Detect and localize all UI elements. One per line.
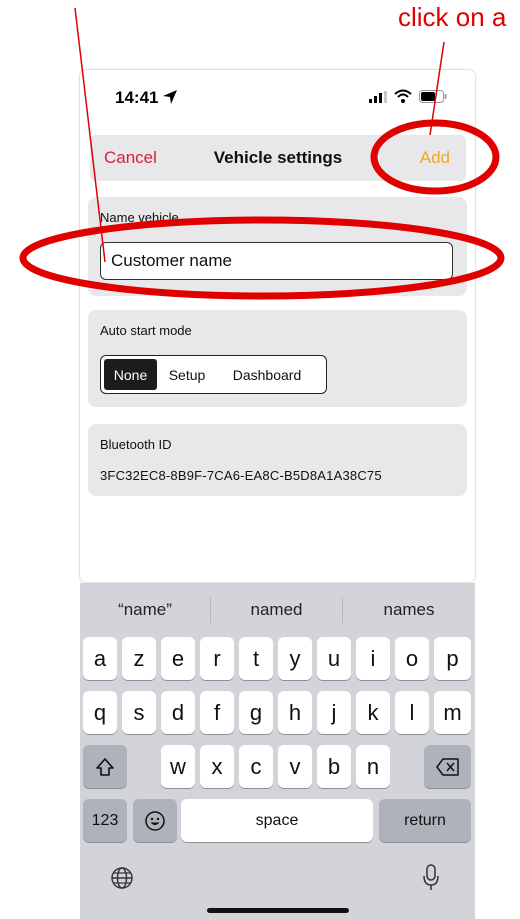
suggestion-item[interactable]: named [211,583,342,637]
name-vehicle-label: Name vehicle [100,210,179,225]
bluetooth-section: Bluetooth ID 3FC32EC8-8B9F-7CA6-EA8C-B5D… [88,424,467,496]
suggestion-item[interactable]: names [343,583,475,637]
status-time: 14:41 [115,88,159,107]
numbers-key[interactable]: 123 [83,799,127,842]
auto-start-label: Auto start mode [100,323,192,338]
key[interactable]: j [317,691,351,734]
backspace-icon [435,757,459,776]
key[interactable]: k [356,691,390,734]
key[interactable]: c [239,745,273,788]
key[interactable]: d [161,691,195,734]
key[interactable]: o [395,637,429,680]
shift-key[interactable] [83,745,127,788]
emoji-key[interactable] [133,799,177,842]
key[interactable]: g [239,691,273,734]
vehicle-settings-sheet: 14:41 Cancel Vehicle settings Add Name v… [80,70,475,582]
key[interactable]: i [356,637,390,680]
key[interactable]: a [83,637,117,680]
globe-icon[interactable] [109,865,135,891]
key[interactable]: w [161,745,195,788]
annotation-text: click on a [398,2,507,32]
key[interactable]: f [200,691,234,734]
key[interactable]: e [161,637,195,680]
nav-bar: Cancel Vehicle settings Add [90,135,466,181]
segment-none[interactable]: None [104,359,157,390]
add-button[interactable]: Add [420,148,450,168]
bluetooth-id-value: 3FC32EC8-8B9F-7CA6-EA8C-B5D8A1A38C75 [100,468,382,483]
backspace-key[interactable] [424,745,471,788]
status-bar: 14:41 [80,70,475,126]
keyboard: “name” named names a z e r t y u i o p q… [80,583,475,919]
key[interactable]: q [83,691,117,734]
vehicle-name-input[interactable] [100,242,453,280]
segment-dashboard[interactable]: Dashboard [217,359,317,390]
space-key[interactable]: space [181,799,373,842]
emoji-icon [145,810,165,831]
key[interactable]: s [122,691,156,734]
key[interactable]: u [317,637,351,680]
name-vehicle-section: Name vehicle [88,197,467,296]
shift-icon [96,757,114,776]
page-title: Vehicle settings [213,148,343,167]
key[interactable]: r [200,637,234,680]
screenshot-root: click on a 14:41 Cancel Vehicle settings… [0,0,520,919]
suggestion-item[interactable]: “name” [80,583,210,637]
microphone-icon[interactable] [421,863,441,893]
key[interactable]: x [200,745,234,788]
key[interactable]: y [278,637,312,680]
key[interactable]: v [278,745,312,788]
bluetooth-label: Bluetooth ID [100,437,172,452]
key[interactable]: z [122,637,156,680]
key[interactable]: l [395,691,429,734]
home-indicator [207,908,349,913]
signal-icon [369,91,387,103]
key[interactable]: h [278,691,312,734]
auto-start-segmented-control: None Setup Dashboard [100,355,327,394]
key[interactable]: m [434,691,471,734]
battery-icon [419,90,447,103]
key[interactable]: b [317,745,351,788]
return-key[interactable]: return [379,799,471,842]
key[interactable]: n [356,745,390,788]
segment-setup[interactable]: Setup [157,359,217,390]
wifi-icon [394,89,412,103]
auto-start-section: Auto start mode None Setup Dashboard [88,310,467,407]
location-arrow-icon [163,90,177,104]
key[interactable]: p [434,637,471,680]
key[interactable]: t [239,637,273,680]
